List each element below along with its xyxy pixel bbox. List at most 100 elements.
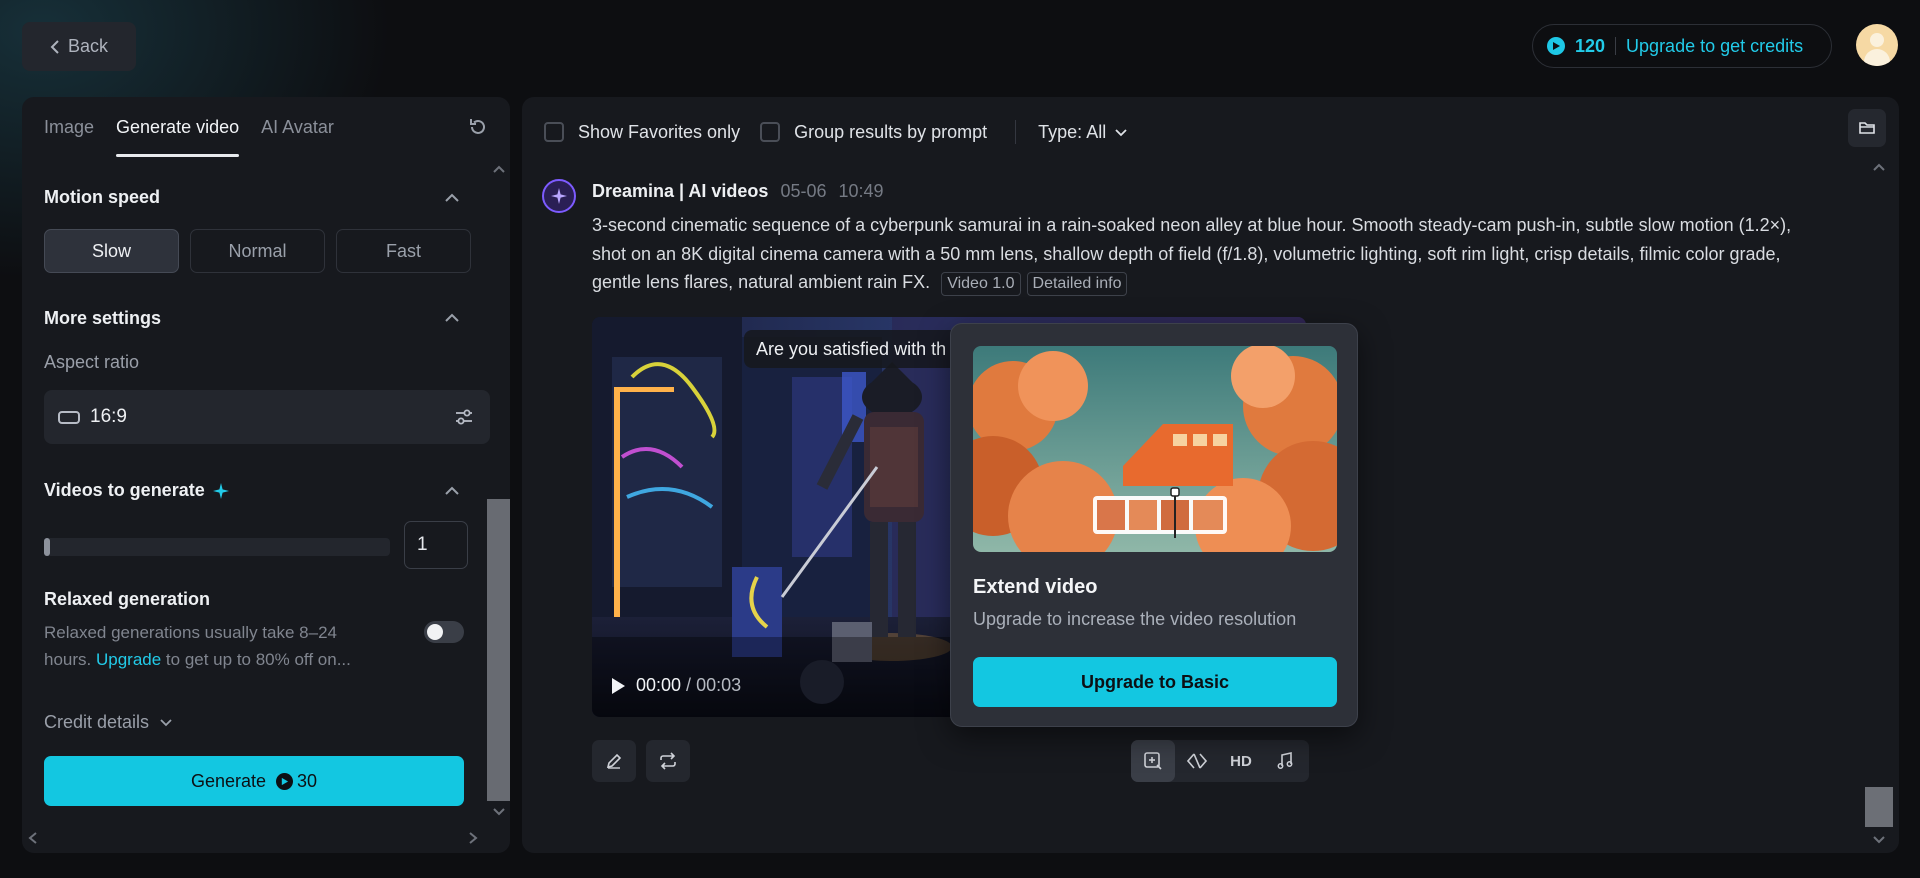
credits-pill[interactable]: 120 Upgrade to get credits [1532,24,1832,68]
time-separator: / [681,675,697,695]
type-filter-label: Type: All [1038,121,1107,142]
scroll-down-icon[interactable] [1872,835,1886,844]
chevron-up-icon[interactable] [444,313,460,323]
credit-details-toggle[interactable]: Credit details [44,712,173,733]
avatar-body [1864,49,1890,66]
extend-video-popover: Extend video Upgrade to increase the vid… [950,323,1358,727]
extend-video-preview [973,346,1337,552]
upgrade-basic-button[interactable]: Upgrade to Basic [973,657,1337,707]
repeat-icon [660,752,676,770]
satisfaction-prompt[interactable]: Are you satisfied with th [744,330,959,368]
generate-label: Generate [190,770,267,791]
prompt-text: 3-second cinematic sequence of a cyberpu… [592,215,1792,292]
favorites-checkbox[interactable] [544,122,564,142]
generation-author: Dreamina | AI videos [592,181,769,201]
relaxed-generation-title: Relaxed generation [44,589,211,609]
pencil-icon [606,753,622,769]
slider-thumb[interactable] [44,538,50,556]
speed-slow-button[interactable]: Slow [44,229,179,273]
video-duration: 00:03 [696,675,742,695]
music-icon [1277,752,1293,769]
videos-to-generate-label: Videos to generate [44,480,205,500]
preview-image [973,346,1337,552]
hd-upscale-button[interactable]: HD [1219,740,1263,782]
generation-header: Dreamina | AI videos 05-06 10:49 [592,181,884,202]
refresh-icon[interactable] [468,117,488,137]
videos-count-input[interactable]: 1 [404,521,468,569]
scroll-up-icon[interactable] [1872,163,1886,172]
videos-to-generate-title: Videos to generate [44,480,229,501]
play-icon[interactable] [610,677,626,695]
type-filter-dropdown[interactable]: Type: All [1038,122,1128,143]
extend-video-button[interactable] [1131,740,1175,782]
avatar-head [1870,33,1884,47]
back-button[interactable]: Back [22,22,136,71]
relaxed-desc-text-end: to get up to 80% off on... [161,650,351,669]
sparkle-icon [212,482,229,499]
aspect-ratio-select[interactable]: 16:9 [44,390,490,444]
more-settings-title: More settings [44,308,162,328]
credit-details-label: Credit details [44,712,150,732]
chevron-up-icon[interactable] [444,193,460,203]
speed-normal-button[interactable]: Normal [190,229,325,273]
playback-controls: 00:00 / 00:03 [610,675,741,696]
detailed-info-tag[interactable]: Detailed info [1026,272,1128,296]
aspect-ratio-value: 16:9 [90,406,127,427]
chevron-up-icon[interactable] [444,486,460,496]
current-time: 00:00 [636,675,682,695]
divider [1615,37,1617,55]
favorites-filter[interactable]: Show Favorites only [544,122,740,143]
favorites-label: Show Favorites only [578,121,741,142]
credit-count: 120 [1575,35,1606,56]
dreamina-logo-icon [542,179,576,213]
left-panel: Image Generate video AI Avatar Motion sp… [22,97,510,853]
scroll-down-icon[interactable] [492,807,506,816]
scroll-up-icon[interactable] [492,165,506,174]
divider [1015,120,1017,144]
left-scrollbar[interactable] [487,157,510,821]
sliders-icon[interactable] [454,407,474,427]
credit-coin-icon [276,772,294,790]
generation-time: 10:49 [838,181,884,201]
group-checkbox[interactable] [760,122,781,142]
popover-description: Upgrade to increase the video resolution [973,609,1297,629]
ratio-icon [58,410,80,424]
chevron-down-icon [1115,128,1127,136]
speed-fast-button[interactable]: Fast [336,229,471,273]
edit-button[interactable] [592,740,636,782]
user-avatar[interactable] [1856,24,1898,66]
videos-count-slider[interactable] [44,538,390,556]
video-tools: HD [1131,740,1309,782]
group-filter[interactable]: Group results by prompt [760,122,987,143]
scroll-right-icon[interactable] [468,831,478,845]
folder-icon [1859,122,1875,134]
extend-icon [1144,752,1162,770]
tab-image[interactable]: Image [44,97,94,157]
back-label: Back [67,36,109,56]
relaxed-generation-toggle[interactable] [424,621,464,643]
mode-tabs: Image Generate video AI Avatar [44,97,334,157]
toggle-knob [427,624,443,640]
regenerate-button[interactable] [646,740,690,782]
filter-bar: Show Favorites only Group results by pro… [544,115,1128,149]
chevron-down-icon [160,719,172,727]
upgrade-credits-link[interactable]: Upgrade to get credits [1626,36,1803,57]
folder-button[interactable] [1848,109,1886,147]
model-tag[interactable]: Video 1.0 [941,272,1021,296]
aspect-ratio-label: Aspect ratio [44,352,140,372]
generate-button[interactable]: Generate 30 [44,756,464,806]
popover-title: Extend video [973,576,1098,598]
motion-speed-options: Slow Normal Fast [44,229,471,273]
scrollbar-thumb[interactable] [487,499,510,801]
scrollbar-thumb[interactable] [1865,787,1893,827]
tab-generate-video[interactable]: Generate video [116,97,240,157]
generation-prompt: 3-second cinematic sequence of a cyberpu… [592,211,1792,297]
tab-ai-avatar[interactable]: AI Avatar [261,97,334,157]
diamond-icon [1187,753,1207,769]
relaxed-upgrade-link[interactable]: Upgrade [96,650,161,669]
scroll-left-icon[interactable] [28,831,38,845]
relaxed-generation-description: Relaxed generations usually take 8–24 ho… [44,619,384,673]
interpolate-button[interactable] [1175,740,1219,782]
group-label: Group results by prompt [794,121,988,142]
add-audio-button[interactable] [1263,740,1307,782]
